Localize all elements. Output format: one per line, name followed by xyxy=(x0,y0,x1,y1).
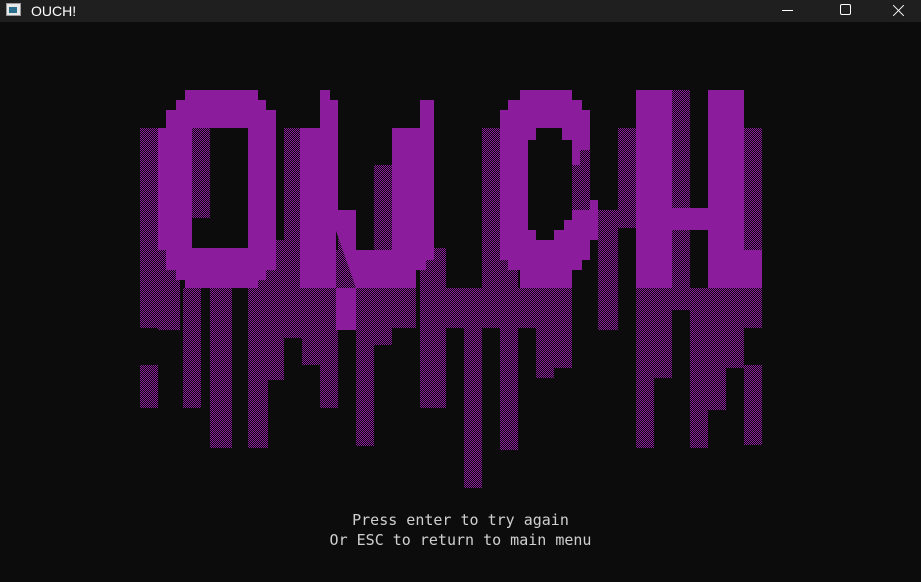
retry-prompt: Press enter to try again xyxy=(352,511,569,529)
letter-o xyxy=(158,90,276,288)
letter-h xyxy=(636,90,762,288)
ouch-title-art xyxy=(140,90,762,488)
menu-prompt: Or ESC to return to main menu xyxy=(329,531,592,549)
console-window: OUCH! Press enter to try again Or ESC to… xyxy=(0,0,921,582)
